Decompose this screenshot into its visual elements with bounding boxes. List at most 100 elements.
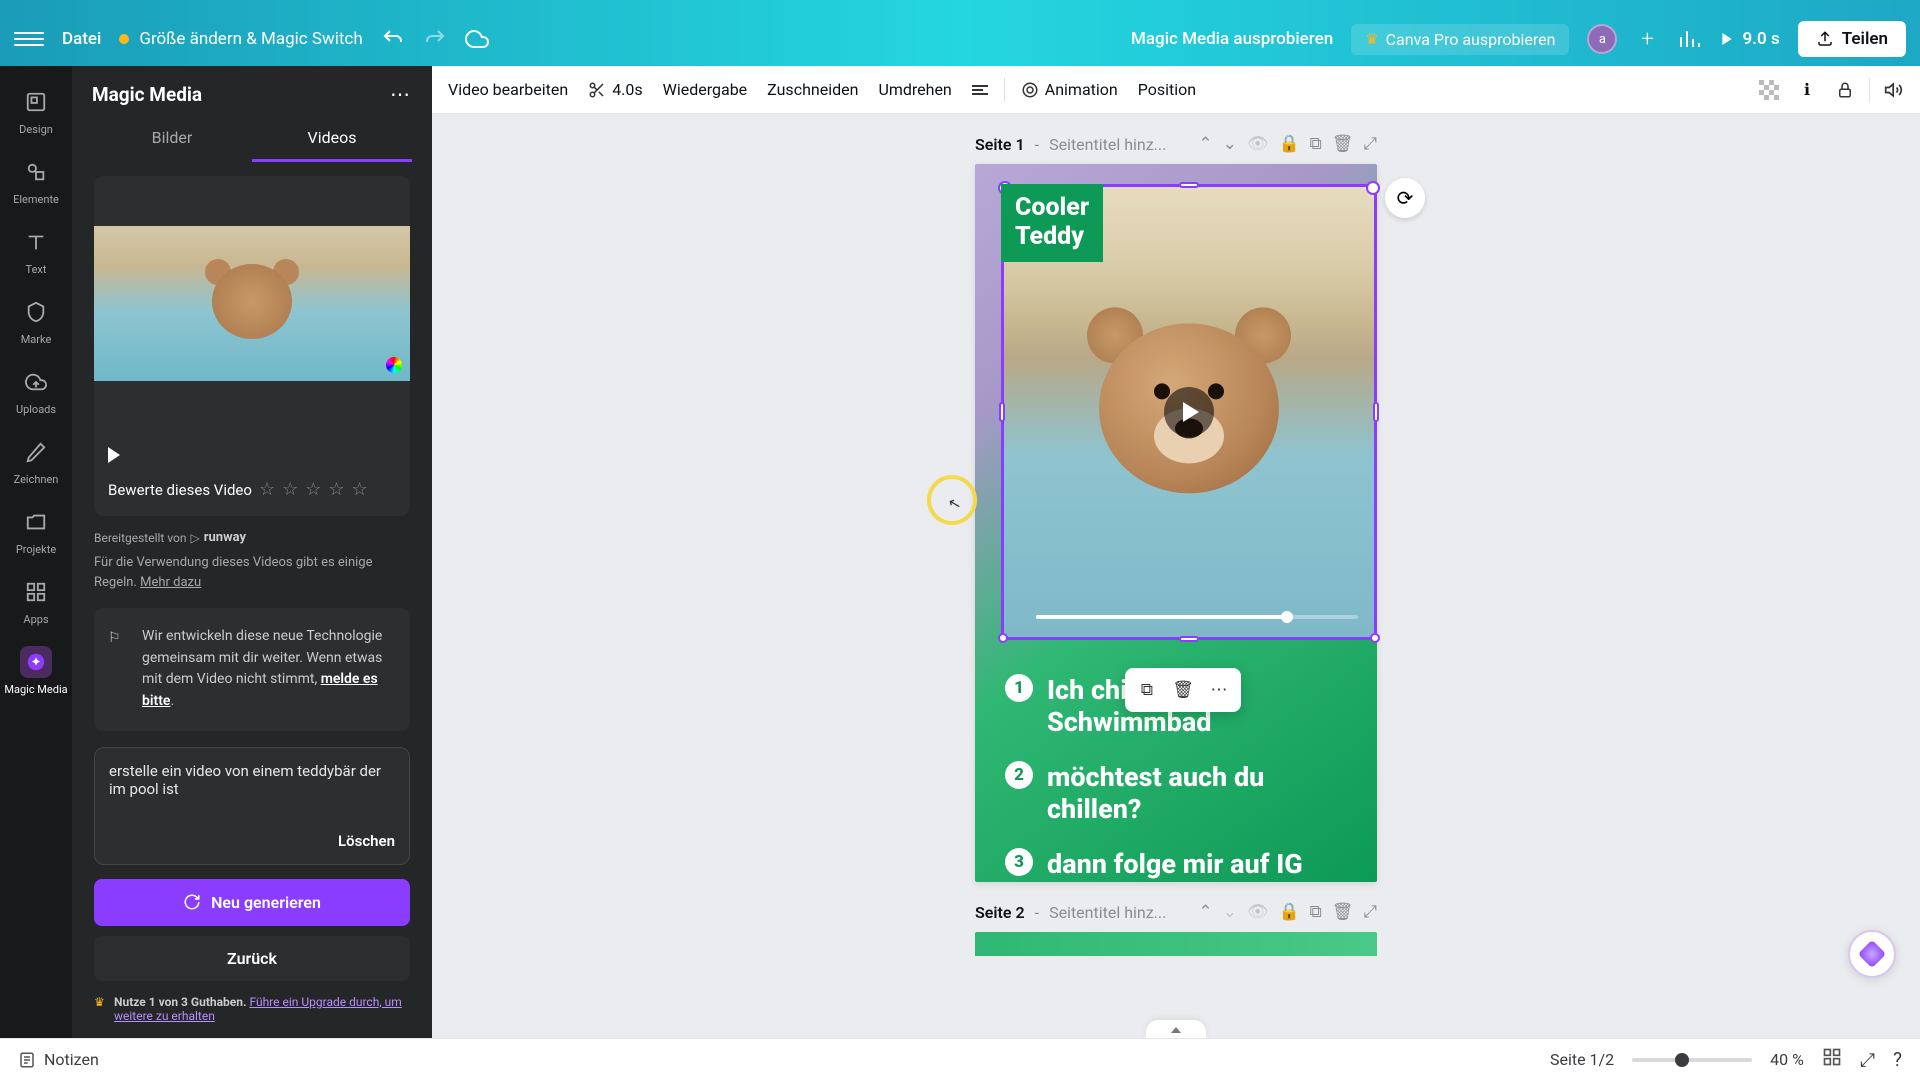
page-hide-button[interactable]: 👁: [1247, 902, 1269, 922]
canva-pro-button[interactable]: ♛ Canva Pro ausprobieren: [1351, 24, 1569, 55]
panel-more-button[interactable]: ⋯: [390, 82, 412, 106]
rail-brand[interactable]: Marke: [0, 290, 72, 352]
page-delete-button[interactable]: 🗑: [1332, 902, 1354, 922]
help-button[interactable]: ?: [1893, 1048, 1902, 1071]
insights-button[interactable]: [1677, 27, 1701, 51]
rail-apps[interactable]: Apps: [0, 570, 72, 632]
lock-button[interactable]: [1835, 80, 1855, 100]
rail-projects[interactable]: Projekte: [0, 500, 72, 562]
tab-videos[interactable]: Videos: [252, 116, 412, 162]
prompt-input[interactable]: erstelle ein video von einem teddybär de…: [94, 747, 410, 865]
color-wheel-icon: [386, 357, 402, 373]
page-expand-button[interactable]: ⤢: [1363, 902, 1377, 922]
page-lock-button[interactable]: 🔒: [1278, 134, 1299, 154]
animation-icon: [1021, 81, 1039, 99]
cursor-highlight: [927, 475, 977, 525]
rail-magic-media[interactable]: Magic Media: [0, 640, 72, 702]
tab-images[interactable]: Bilder: [92, 116, 252, 162]
video-thumbnail[interactable]: [94, 226, 410, 381]
animation-button[interactable]: Animation: [1021, 80, 1118, 99]
page-title-input[interactable]: Seitentitel hinz...: [1049, 135, 1166, 154]
page-2-header: Seite 2 - Seitentitel hinz... ⌃ ⌄ 👁 🔒 ⧉ …: [975, 902, 1377, 922]
rail-draw[interactable]: Zeichnen: [0, 430, 72, 492]
prompt-text[interactable]: erstelle ein video von einem teddybär de…: [109, 762, 395, 832]
play-icon[interactable]: [108, 447, 120, 463]
crown-icon: ♛: [1365, 30, 1378, 48]
page-up-button[interactable]: ⌃: [1198, 902, 1212, 922]
page-duplicate-button[interactable]: ⧉: [1310, 902, 1322, 922]
zoom-level[interactable]: 40 %: [1770, 1050, 1804, 1069]
info-button[interactable]: ℹ: [1797, 80, 1817, 100]
star-3[interactable]: ☆: [305, 479, 321, 500]
timeline-expand-button[interactable]: [1146, 1020, 1206, 1038]
zoom-slider[interactable]: [1632, 1058, 1752, 1062]
crop-button[interactable]: Zuschneiden: [767, 80, 858, 99]
rail-elements[interactable]: Elemente: [0, 150, 72, 212]
page-duplicate-button[interactable]: ⧉: [1310, 134, 1322, 154]
regenerate-button[interactable]: Neu generieren: [94, 879, 410, 926]
page-up-button[interactable]: ⌃: [1198, 134, 1212, 154]
edit-video-button[interactable]: Video bearbeiten: [448, 80, 568, 99]
notes-button[interactable]: Notizen: [18, 1050, 99, 1069]
magic-media-try-link[interactable]: Magic Media ausprobieren: [1131, 29, 1333, 49]
list-item[interactable]: 2 möchtest auch du chillen?: [1005, 761, 1357, 826]
position-button[interactable]: Position: [1138, 80, 1196, 99]
resize-magic-switch-button[interactable]: Größe ändern & Magic Switch: [119, 29, 362, 49]
volume-button[interactable]: [1884, 80, 1904, 100]
page-down-button[interactable]: ⌄: [1223, 134, 1237, 154]
page-down-button[interactable]: ⌄: [1223, 902, 1237, 922]
redo-button[interactable]: [423, 27, 447, 51]
page-expand-button[interactable]: ⤢: [1363, 134, 1377, 154]
fullscreen-button[interactable]: ⤢: [1860, 1048, 1875, 1071]
notes-icon: [18, 1051, 36, 1069]
hamburger-menu-button[interactable]: [14, 24, 44, 54]
file-menu[interactable]: Datei: [62, 29, 101, 49]
page-2-title-input[interactable]: Seitentitel hinz...: [1049, 903, 1166, 922]
align-button[interactable]: [972, 83, 988, 97]
clip-duration-button[interactable]: 4.0s: [588, 80, 642, 99]
cloud-sync-icon: [465, 27, 489, 51]
list-number-1: 1: [1005, 674, 1033, 702]
provider-label: Bereitgestellt von ▷ runway: [94, 530, 410, 545]
page-indicator: Seite 1/2: [1550, 1050, 1614, 1069]
user-avatar[interactable]: a: [1587, 24, 1617, 54]
more-info-link[interactable]: Mehr dazu: [140, 575, 201, 590]
share-button[interactable]: Teilen: [1798, 21, 1906, 57]
star-2[interactable]: ☆: [282, 479, 298, 500]
delete-button[interactable]: 🗑: [1167, 674, 1199, 706]
back-button[interactable]: Zurück: [94, 936, 410, 981]
add-collaborator-button[interactable]: +: [1635, 27, 1659, 51]
rail-uploads[interactable]: Uploads: [0, 360, 72, 422]
title-text-box[interactable]: Cooler Teddy: [1001, 184, 1103, 262]
video-scrubber[interactable]: [1036, 615, 1358, 619]
present-button[interactable]: 9.0 s: [1719, 29, 1779, 49]
playback-button[interactable]: Wiedergabe: [663, 80, 748, 99]
undo-button[interactable]: [381, 27, 405, 51]
crown-icon: ♛: [94, 995, 105, 1009]
list-item[interactable]: 3 dann folge mir auf IG: [1005, 848, 1357, 880]
generated-video-card[interactable]: Bewerte dieses Video ☆ ☆ ☆ ☆ ☆: [94, 176, 410, 516]
clear-button[interactable]: Löschen: [109, 832, 395, 850]
page-lock-button[interactable]: 🔒: [1278, 902, 1299, 922]
canvas-area[interactable]: Video bearbeiten 4.0s Wiedergabe Zuschne…: [432, 66, 1920, 1038]
star-1[interactable]: ☆: [259, 479, 275, 500]
more-button[interactable]: ⋯: [1203, 674, 1235, 706]
regenerate-element-button[interactable]: ⟳: [1385, 178, 1425, 218]
page-hide-button[interactable]: 👁: [1247, 134, 1269, 154]
play-overlay-button[interactable]: [1164, 387, 1214, 437]
page-1-canvas[interactable]: ⟳ Cooler Teddy 1 Ich chilSchwimmbad 2 mö…: [975, 164, 1377, 882]
grid-view-button[interactable]: [1822, 1047, 1842, 1072]
assistant-button[interactable]: [1848, 930, 1896, 978]
page-2-canvas[interactable]: [975, 932, 1377, 956]
rail-text[interactable]: Text: [0, 220, 72, 282]
rail-design[interactable]: Design: [0, 80, 72, 142]
nav-rail: Design Elemente Text Marke Uploads Zeich…: [0, 66, 72, 1038]
transparency-button[interactable]: [1759, 80, 1779, 100]
star-5[interactable]: ☆: [352, 479, 368, 500]
flip-button[interactable]: Umdrehen: [878, 80, 951, 99]
star-4[interactable]: ☆: [328, 479, 344, 500]
play-icon: [1719, 31, 1735, 47]
duplicate-button[interactable]: ⧉: [1131, 674, 1163, 706]
page-delete-button[interactable]: 🗑: [1332, 134, 1354, 154]
element-toolbar: Video bearbeiten 4.0s Wiedergabe Zuschne…: [432, 66, 1920, 114]
